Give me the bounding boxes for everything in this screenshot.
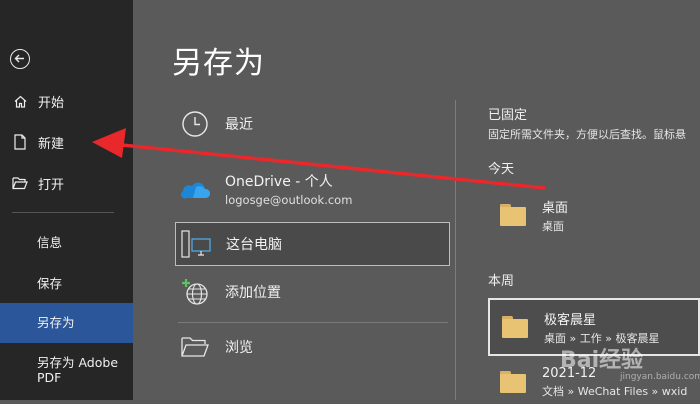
- location-add-place[interactable]: 添加位置: [175, 270, 450, 314]
- backstage-sidebar: 开始 新建 打开 信息 保存 另存为 另存为 Adobe PDF: [0, 0, 133, 400]
- recent-folder-item[interactable]: 桌面 桌面: [488, 189, 700, 241]
- folder-name: 桌面: [542, 200, 569, 216]
- location-onedrive[interactable]: OneDrive - 个人 logosge@outlook.com: [175, 166, 450, 212]
- home-icon: [12, 93, 28, 109]
- sidebar-item-save[interactable]: 保存: [0, 273, 133, 292]
- location-label: 添加位置: [225, 285, 281, 301]
- back-arrow-icon: [14, 54, 24, 63]
- sidebar-item-save-as-pdf[interactable]: 另存为 Adobe PDF: [0, 355, 125, 385]
- new-document-icon: [12, 134, 28, 150]
- onedrive-cloud-icon: [179, 173, 211, 205]
- this-week-section-title: 本周: [488, 274, 515, 289]
- location-browse[interactable]: 浏览: [175, 325, 450, 369]
- folder-path: 文档 » WeChat Files » wxid: [542, 384, 688, 398]
- pinned-section-title: 已固定: [488, 108, 528, 123]
- folder-icon: [500, 371, 526, 393]
- back-button[interactable]: [10, 49, 30, 69]
- add-location-globe-icon: [179, 276, 211, 308]
- location-label: OneDrive - 个人: [225, 174, 333, 190]
- pinned-section-description: 固定所需文件夹，方便以后查找。鼠标悬: [488, 128, 686, 141]
- browse-folder-icon: [179, 331, 211, 363]
- clock-icon: [179, 108, 211, 140]
- panel-divider: [455, 100, 456, 400]
- today-section-title: 今天: [488, 162, 515, 177]
- location-label: 浏览: [225, 340, 253, 356]
- sidebar-divider: [12, 212, 114, 213]
- location-label: 最近: [225, 117, 253, 133]
- sidebar-item-open[interactable]: 打开: [0, 164, 133, 202]
- sidebar-item-label: 新建: [38, 136, 65, 152]
- this-pc-icon: [180, 228, 212, 260]
- open-folder-icon: [12, 175, 28, 191]
- baidu-watermark-url: jingyan.baidu.com: [620, 372, 700, 382]
- sidebar-item-label: 开始: [38, 95, 65, 111]
- location-this-pc[interactable]: 这台电脑: [175, 222, 450, 266]
- sidebar-item-home[interactable]: 开始: [0, 82, 133, 120]
- page-title: 另存为: [172, 46, 265, 81]
- sidebar-item-label: 打开: [38, 177, 65, 193]
- location-account-email: logosge@outlook.com: [225, 193, 353, 207]
- folder-path: 桌面: [542, 219, 564, 233]
- location-recent[interactable]: 最近: [175, 102, 450, 146]
- baidu-watermark: Bai经验: [560, 348, 644, 373]
- folder-name: 极客晨星: [544, 312, 597, 328]
- sidebar-item-info[interactable]: 信息: [0, 232, 133, 251]
- sidebar-item-save-as[interactable]: 另存为: [0, 303, 133, 343]
- sidebar-item-new[interactable]: 新建: [0, 123, 133, 161]
- folder-icon: [500, 204, 526, 226]
- folder-icon: [502, 316, 528, 338]
- location-label: 这台电脑: [226, 237, 282, 253]
- location-divider: [178, 322, 448, 323]
